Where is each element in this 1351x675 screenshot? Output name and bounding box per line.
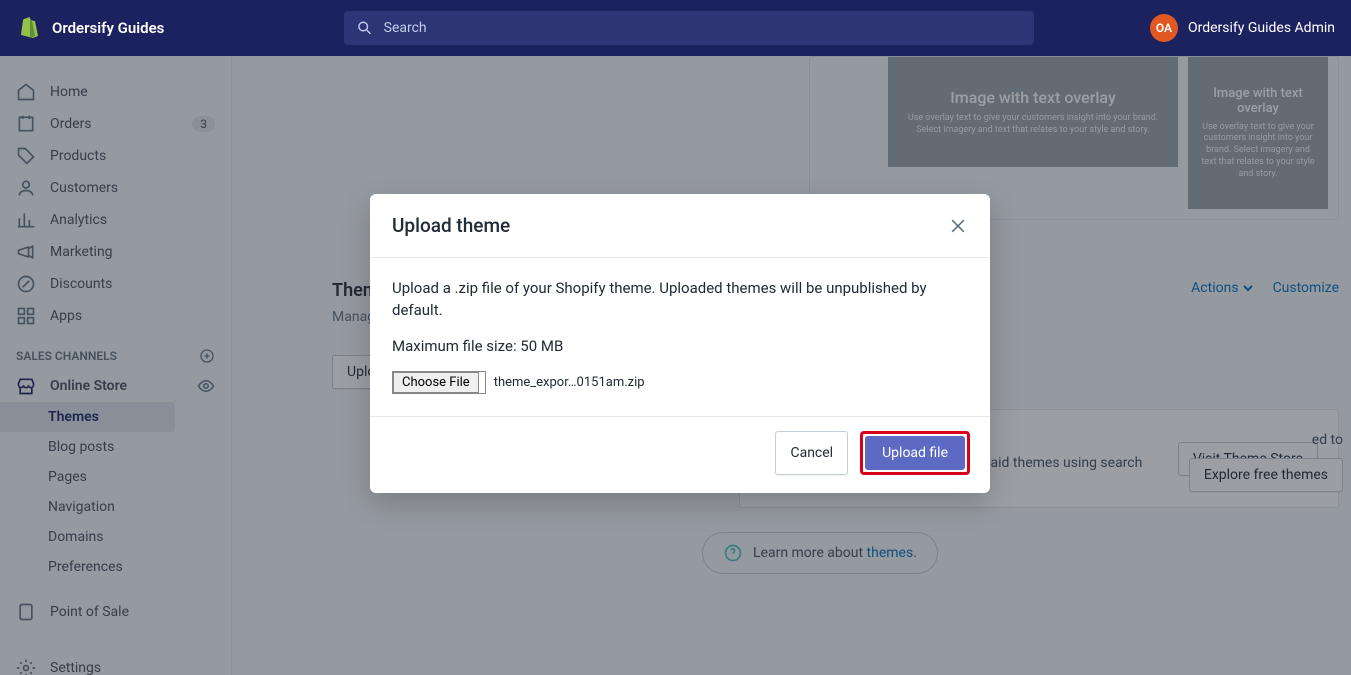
cancel-button[interactable]: Cancel: [775, 431, 848, 475]
topbar: Ordersify Guides OA Ordersify Guides Adm…: [0, 0, 1351, 56]
shopify-logo-icon: [16, 16, 40, 40]
selected-filename: theme_expor…0151am.zip: [494, 375, 645, 390]
modal-title: Upload theme: [392, 214, 510, 237]
user-name-label: Ordersify Guides Admin: [1188, 20, 1335, 36]
search-field[interactable]: [344, 11, 1034, 45]
file-input-row: Choose File theme_expor…0151am.zip: [392, 371, 968, 394]
modal-description: Upload a .zip file of your Shopify theme…: [392, 278, 968, 322]
user-menu[interactable]: OA Ordersify Guides Admin: [1150, 14, 1335, 42]
upload-button-highlight: Upload file: [860, 431, 970, 475]
search-input[interactable]: [384, 20, 1023, 36]
brand-title: Ordersify Guides: [52, 19, 164, 37]
choose-file-button[interactable]: Choose File: [393, 372, 479, 393]
avatar: OA: [1150, 14, 1178, 42]
modal-max-size: Maximum file size: 50 MB: [392, 336, 968, 358]
close-icon[interactable]: [948, 216, 968, 236]
search-icon: [356, 19, 373, 37]
upload-theme-modal: Upload theme Upload a .zip file of your …: [370, 194, 990, 493]
upload-file-button[interactable]: Upload file: [865, 436, 965, 470]
